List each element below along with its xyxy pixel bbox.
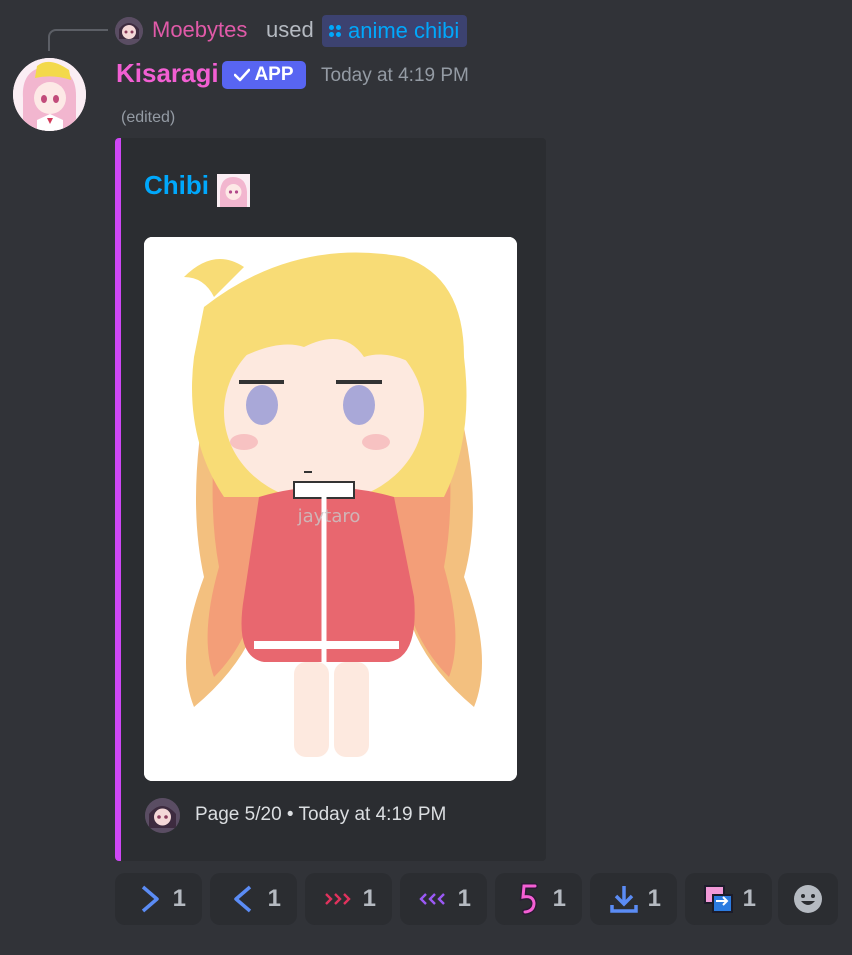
message-author[interactable]: Kisaragi xyxy=(116,58,219,89)
bot-avatar[interactable] xyxy=(13,58,86,131)
reaction-count: 1 xyxy=(552,885,566,912)
title-thumbnail-emoji xyxy=(217,174,250,207)
chevron-right-icon xyxy=(133,883,165,915)
add-reaction-icon xyxy=(794,885,822,913)
embed: Chibi jaytaro Page 5/20 • Today at 4:19 … xyxy=(115,138,546,861)
reaction-fast-forward[interactable]: 1 xyxy=(305,873,392,925)
chibi-character-illustration: jaytaro xyxy=(144,237,517,781)
reaction-number-five[interactable]: 1 xyxy=(495,873,582,925)
replied-user-avatar[interactable] xyxy=(115,17,143,45)
reaction-count: 1 xyxy=(457,885,471,912)
embed-accent-bar xyxy=(115,138,121,861)
message-timestamp[interactable]: Today at 4:19 PM xyxy=(321,65,469,87)
reply-connector xyxy=(48,29,108,51)
edited-label: (edited) xyxy=(121,109,176,126)
reaction-count: 1 xyxy=(742,885,756,912)
command-name: anime chibi xyxy=(348,18,460,43)
embed-image[interactable]: jaytaro xyxy=(144,237,517,781)
add-reaction-button[interactable] xyxy=(778,873,838,925)
fast-forward-icon xyxy=(323,883,355,915)
reaction-count: 1 xyxy=(647,885,661,912)
replied-user-name[interactable]: Moebytes xyxy=(152,17,247,43)
rewind-icon xyxy=(418,883,450,915)
app-badge: APP xyxy=(222,61,306,89)
app-badge-label: APP xyxy=(254,64,294,85)
reaction-count: 1 xyxy=(172,885,186,912)
reaction-next[interactable]: 1 xyxy=(115,873,202,925)
embed-title[interactable]: Chibi xyxy=(144,170,209,201)
image-watermark: jaytaro xyxy=(297,506,361,527)
embed-footer-text: Page 5/20 • Today at 4:19 PM xyxy=(195,804,447,825)
reaction-rewind[interactable]: 1 xyxy=(400,873,487,925)
number-five-icon xyxy=(513,883,545,915)
footer-avatar xyxy=(145,798,180,833)
reaction-count: 1 xyxy=(267,885,281,912)
reaction-count: 1 xyxy=(362,885,376,912)
chevron-left-icon xyxy=(228,883,260,915)
command-icon xyxy=(329,25,341,37)
transfer-icon xyxy=(703,883,735,915)
reaction-transfer[interactable]: 1 xyxy=(685,873,772,925)
download-icon xyxy=(608,883,640,915)
slash-command-chip[interactable]: anime chibi xyxy=(322,15,468,47)
reaction-download[interactable]: 1 xyxy=(590,873,677,925)
reaction-previous[interactable]: 1 xyxy=(210,873,297,925)
reply-used-text: used xyxy=(266,17,314,42)
checkmark-icon xyxy=(234,68,251,82)
